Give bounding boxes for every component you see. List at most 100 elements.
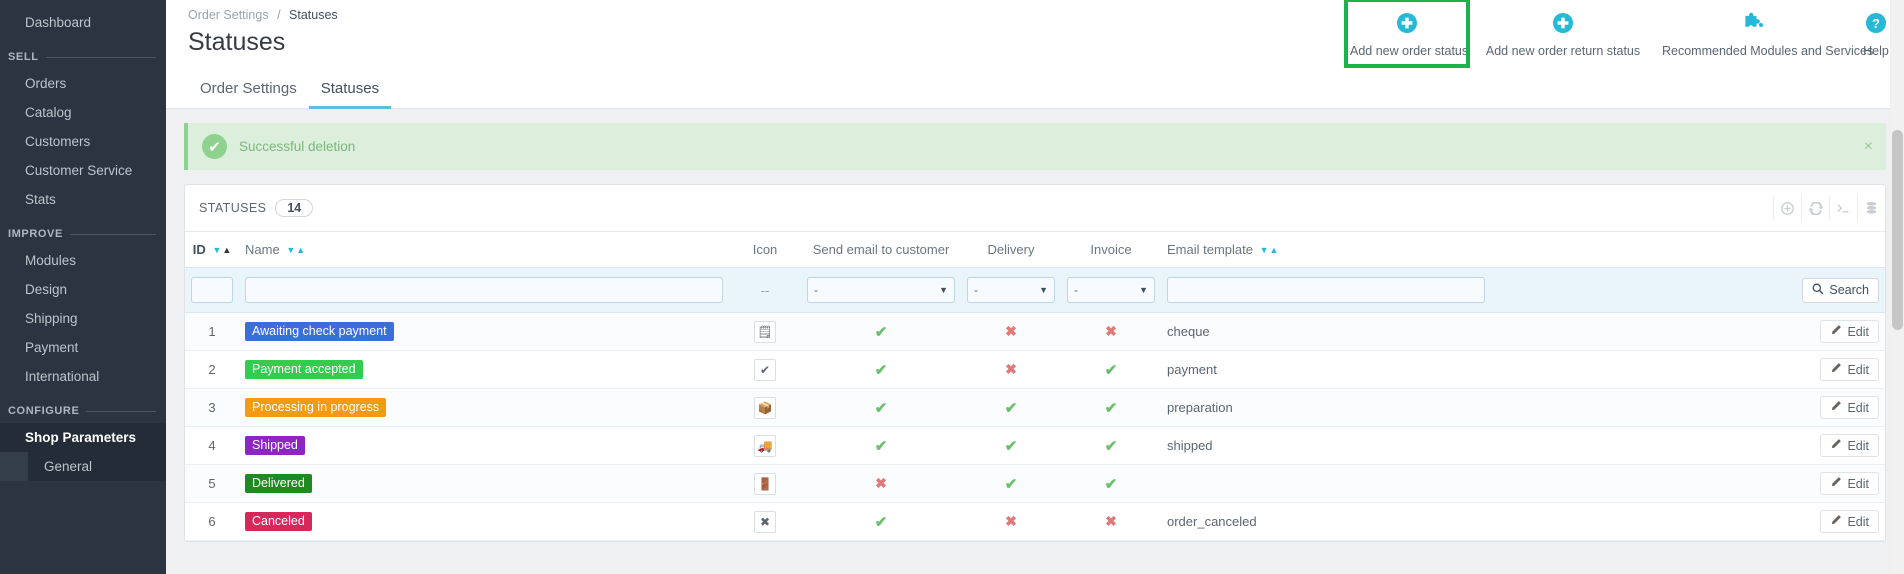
cell-email-template: payment (1167, 362, 1217, 377)
email-template-filter-input[interactable] (1167, 277, 1485, 303)
top-bar: Order Settings / Statuses Statuses Add n… (166, 0, 1904, 72)
table-row[interactable]: 1 Awaiting check payment 🗒 ✔ ✖ ✖ cheque Edit (185, 312, 1885, 351)
send-email-filter-select[interactable]: - ▼ (807, 277, 955, 303)
sidebar-item-orders[interactable]: Orders (0, 69, 166, 98)
cell-send-email: ✔ (801, 313, 961, 351)
cell-id: 2 (208, 362, 216, 377)
sidebar-item-payment[interactable]: Payment (0, 333, 166, 362)
table-row[interactable]: 5 Delivered 🚪 ✖ ✔ ✔ Edit (185, 464, 1885, 503)
table-row[interactable]: 6 Canceled ✖ ✔ ✖ ✖ order_canceled Edit (185, 503, 1885, 541)
column-header-name[interactable]: Name ▼ ▲ (239, 232, 729, 268)
tab-order-settings[interactable]: Order Settings (188, 72, 309, 109)
table-header-row: ID ▼ ▲ Name ▼ ▲ Icon Send email to custo… (185, 232, 1885, 268)
cell-id: 4 (208, 438, 216, 453)
cell-name: Payment accepted (239, 351, 729, 389)
sidebar-item-catalog[interactable]: Catalog (0, 98, 166, 127)
cell-actions: Edit (1491, 313, 1885, 351)
table-row[interactable]: 4 Shipped 🚚 ✔ ✔ ✔ shipped Edit (185, 427, 1885, 465)
sort-desc-icon[interactable]: ▼ (286, 246, 295, 255)
column-header-email-template[interactable]: Email template ▼ ▲ (1161, 232, 1491, 268)
sort-asc-icon[interactable]: ▲ (296, 246, 305, 255)
select-value: - (1074, 283, 1078, 297)
sort-arrows[interactable]: ▼ ▲ (1260, 246, 1279, 255)
cell-invoice: ✔ (1061, 465, 1161, 503)
id-filter-input[interactable] (191, 277, 233, 303)
search-button[interactable]: Search (1802, 277, 1879, 303)
cell-delivery: ✔ (961, 427, 1061, 465)
chevron-down-icon: ▼ (939, 285, 948, 295)
section-divider (86, 410, 156, 412)
close-icon[interactable]: × (1864, 138, 1873, 156)
check-icon: ✔ (1104, 361, 1118, 379)
statuses-panel: STATUSES 14 ID ▼ ▲ Name ▼ ▲ Icon Send em… (184, 184, 1886, 542)
truck-icon: 🚚 (754, 434, 776, 457)
cell-invoice: ✖ (1061, 503, 1161, 541)
main-area: Order Settings / Statuses Statuses Add n… (166, 0, 1904, 574)
check-icon: ✔ (1104, 399, 1118, 417)
cross-icon: ✖ (1005, 323, 1017, 339)
action-label: Recommended Modules and Services (1662, 44, 1874, 58)
table-body: 1 Awaiting check payment 🗒 ✔ ✖ ✖ cheque Edit 2 Pa… (185, 312, 1885, 541)
cross-icon: ✖ (1005, 513, 1017, 529)
sort-desc-icon[interactable]: ▼ (212, 246, 221, 255)
sort-asc-icon[interactable]: ▲ (1270, 246, 1279, 255)
table-row[interactable]: 3 Processing in progress 📦 ✔ ✔ ✔ preparation Ed… (185, 388, 1885, 427)
sidebar-item-customer-service[interactable]: Customer Service (0, 156, 166, 185)
edit-button[interactable]: Edit (1820, 320, 1879, 343)
add-new-order-return-status-button[interactable]: Add new order return status (1468, 0, 1658, 66)
cell-send-email: ✔ (801, 351, 961, 389)
sidebar-item-modules[interactable]: Modules (0, 246, 166, 275)
select-value: - (814, 283, 818, 297)
edit-button[interactable]: Edit (1820, 510, 1879, 533)
sidebar-section-label: IMPROVE (8, 228, 63, 240)
scrollbar-thumb[interactable] (1892, 130, 1903, 330)
sidebar-item-shipping[interactable]: Shipping (0, 304, 166, 333)
cell-email-template: cheque (1167, 324, 1210, 339)
cell-icon: ✔ (729, 351, 801, 389)
sidebar-item-shop-parameters[interactable]: Shop Parameters (0, 423, 166, 452)
plus-circle-icon (1350, 12, 1464, 38)
invoice-filter-select[interactable]: - ▼ (1067, 277, 1155, 303)
cell-name: Processing in progress (239, 389, 729, 427)
page-scrollbar[interactable] (1890, 0, 1904, 574)
sidebar-item-design[interactable]: Design (0, 275, 166, 304)
add-new-order-status-button[interactable]: Add new order status (1344, 0, 1470, 68)
sidebar-item-stats[interactable]: Stats (0, 185, 166, 214)
package-icon: 📦 (754, 396, 776, 419)
tab-bar: Order Settings Statuses (166, 72, 1904, 109)
delivery-filter-select[interactable]: - ▼ (967, 277, 1055, 303)
breadcrumb-parent[interactable]: Order Settings (188, 8, 269, 22)
edit-button[interactable]: Edit (1820, 396, 1879, 419)
sort-asc-icon[interactable]: ▲ (222, 246, 231, 255)
console-icon[interactable] (1829, 195, 1857, 221)
edit-button[interactable]: Edit (1820, 434, 1879, 457)
sidebar-item-general[interactable]: General (0, 452, 166, 481)
alert-message: Successful deletion (239, 139, 356, 154)
column-label: Email template (1167, 242, 1253, 257)
column-header-id[interactable]: ID ▼ ▲ (185, 232, 239, 268)
sidebar-item-international[interactable]: International (0, 362, 166, 391)
tab-statuses[interactable]: Statuses (308, 72, 392, 109)
section-divider (45, 56, 156, 58)
sort-arrows[interactable]: ▼ ▲ (212, 246, 231, 255)
sidebar-item-dashboard[interactable]: Dashboard (0, 8, 166, 37)
sidebar-item-customers[interactable]: Customers (0, 127, 166, 156)
database-icon[interactable] (1857, 195, 1885, 221)
refresh-icon[interactable] (1801, 195, 1829, 221)
filter-cell-invoice: - ▼ (1061, 267, 1161, 313)
table-row[interactable]: 2 Payment accepted ✔ ✔ ✖ ✔ payment Edit (185, 351, 1885, 389)
add-icon[interactable] (1773, 195, 1801, 221)
puzzle-piece-icon (1662, 12, 1844, 38)
recommended-modules-button[interactable]: Recommended Modules and Services (1658, 0, 1874, 66)
edit-label: Edit (1847, 400, 1869, 415)
edit-label: Edit (1847, 324, 1869, 339)
cell-icon: 🚚 (729, 427, 801, 465)
sort-desc-icon[interactable]: ▼ (1260, 246, 1269, 255)
filter-cell-actions: Search (1491, 267, 1885, 313)
name-filter-input[interactable] (245, 277, 723, 303)
column-header-send-email: Send email to customer (812, 242, 950, 257)
cross-icon: ✖ (1005, 361, 1017, 377)
edit-button[interactable]: Edit (1820, 358, 1879, 381)
edit-button[interactable]: Edit (1820, 472, 1879, 495)
sort-arrows[interactable]: ▼ ▲ (286, 246, 305, 255)
